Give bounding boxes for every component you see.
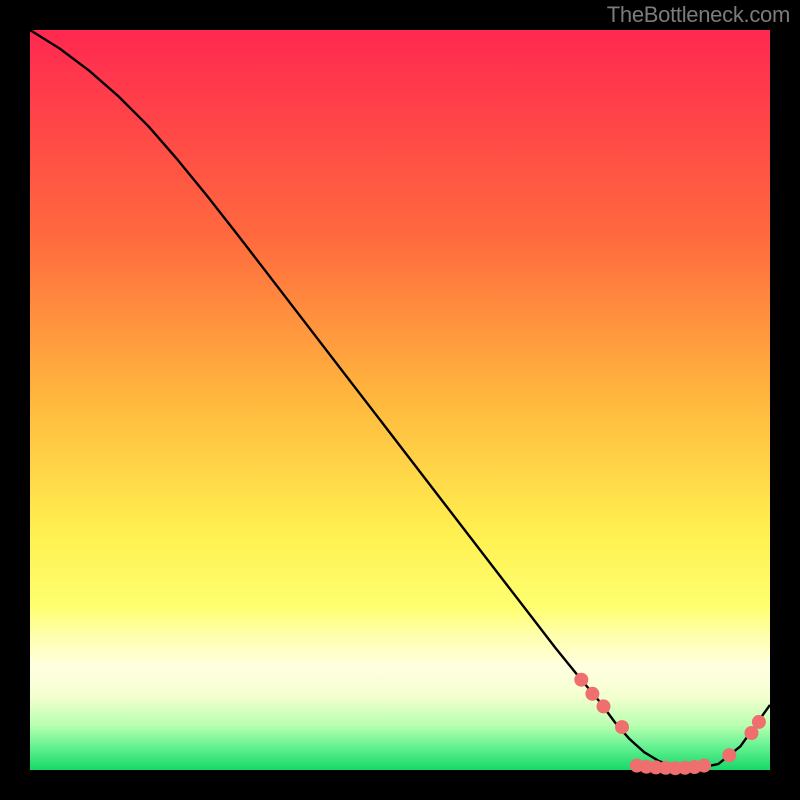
highlight-dot (615, 720, 629, 734)
plot-background (30, 30, 770, 770)
highlight-dot (722, 748, 736, 762)
highlight-dot (697, 759, 711, 773)
highlight-dot (752, 715, 766, 729)
chart-svg (0, 0, 800, 800)
chart-container: TheBottleneck.com (0, 0, 800, 800)
highlight-dot (585, 687, 599, 701)
highlight-dot (574, 673, 588, 687)
watermark-text: TheBottleneck.com (607, 2, 790, 28)
highlight-dot (597, 699, 611, 713)
